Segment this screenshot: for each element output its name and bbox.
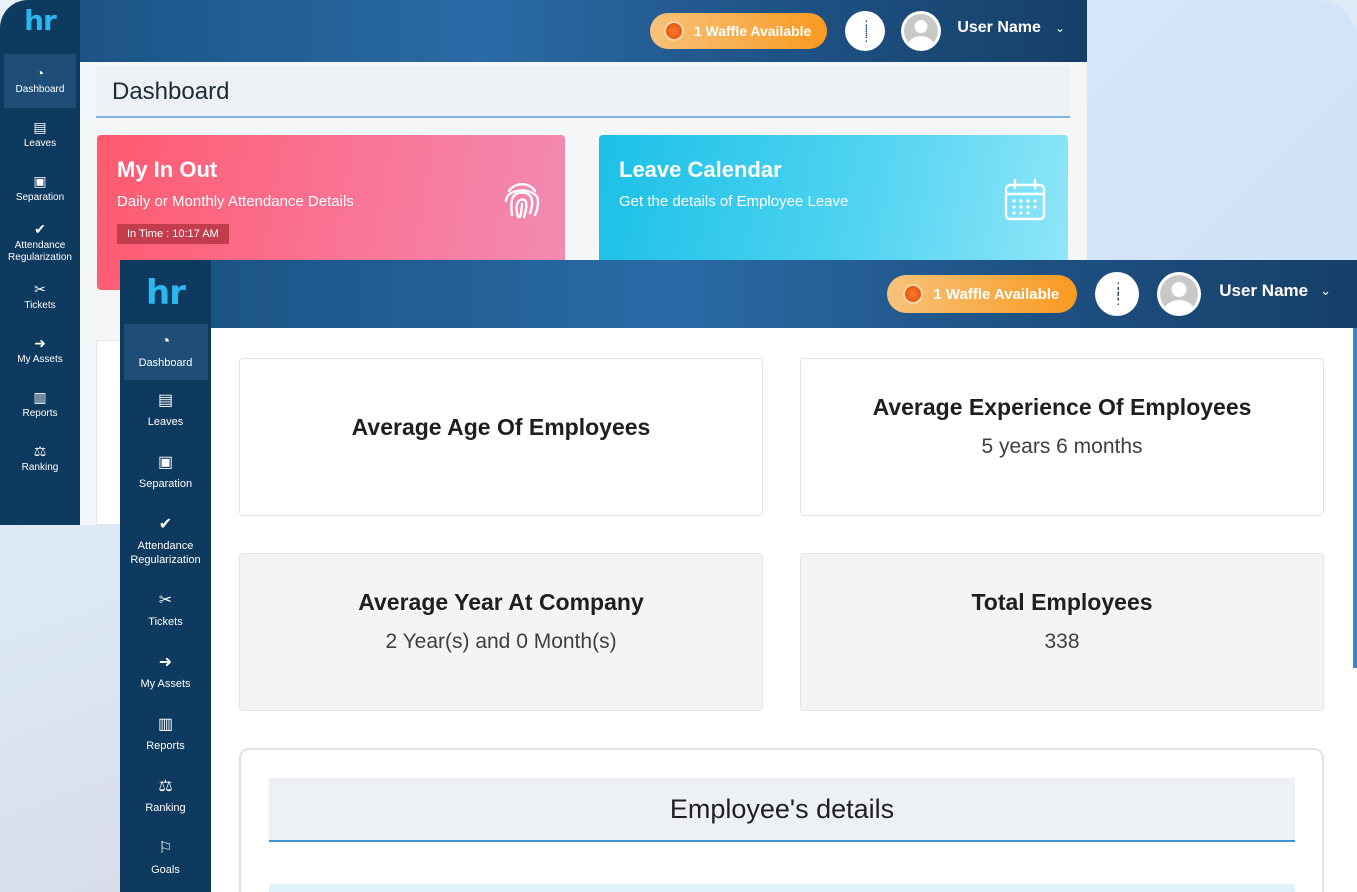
avatar[interactable] [1157, 272, 1202, 316]
sidebar-item-label: My Assets [140, 678, 191, 690]
ticket-icon: ✂ [158, 592, 173, 609]
foreground-window: hr ◔ Dashboard ▤ Leaves ▣ Separation ✔ A… [120, 260, 1357, 892]
sidebar-item-tickets[interactable]: ✂ Tickets [124, 580, 208, 642]
avatar[interactable] [901, 11, 942, 51]
page-title: Dashboard [96, 66, 1070, 118]
user-check-icon: ✔ [158, 516, 173, 533]
hr-logo: hr [24, 4, 57, 37]
user-name[interactable]: User Name [957, 19, 1041, 37]
average-year-at-company-card: Average Year At Company 2 Year(s) and 0 … [239, 553, 763, 711]
in-time-badge: In Time : 10:17 AM [117, 224, 229, 244]
sidebar-item-attendance-regularization[interactable]: ✔ Attendance Regularization [124, 504, 208, 580]
sidebar-item-label: Dashboard [138, 357, 193, 369]
chevron-down-icon[interactable]: ⌄ [1055, 21, 1065, 35]
sidebar-item-leaves[interactable]: ▤ Leaves [4, 108, 76, 162]
dashboard-icon: ◔ [35, 65, 45, 81]
apps-grid-button[interactable]: ⋮⋮⋮ [1095, 272, 1140, 316]
sidebar-item-attendance-regularization[interactable]: ✔ Attendance Regularization [4, 216, 76, 270]
sidebar-item-label: Goals [151, 864, 180, 876]
document-icon: ▤ [33, 119, 47, 135]
card-subtitle: Get the details of Employee Leave [619, 193, 849, 210]
file-export-icon: ➜ [34, 335, 46, 351]
top-bar: 1 Waffle Available ⋮⋮⋮ User Name ⌄ [80, 0, 1087, 62]
card-title: Leave Calendar [619, 157, 782, 182]
leave-calendar-card[interactable]: Leave Calendar Get the details of Employ… [599, 135, 1068, 265]
sidebar: hr ◔ Dashboard ▤ Leaves ▣ Separation ✔ A… [120, 260, 211, 892]
stat-title: Average Experience Of Employees [872, 394, 1252, 420]
report-icon: ▥ [33, 389, 47, 405]
total-employees-card: Total Employees 338 [800, 553, 1324, 711]
card-title: My In Out [117, 157, 218, 182]
user-check-icon: ✔ [34, 221, 46, 237]
person-frame-icon: ▣ [33, 173, 47, 189]
sidebar-item-label: Leaves [147, 416, 184, 428]
sidebar-item-reports[interactable]: ▥ Reports [4, 378, 76, 432]
sidebar-item-leaves[interactable]: ▤ Leaves [124, 380, 208, 442]
grid-icon: ⋮⋮⋮ [1111, 280, 1125, 307]
sidebar-item-label: Dashboard [15, 84, 65, 95]
sidebar-item-label: Reports [146, 740, 185, 752]
waffle-icon [663, 21, 684, 41]
sidebar-item-tickets[interactable]: ✂ Tickets [4, 270, 76, 324]
ranking-icon: ⚖ [33, 443, 47, 459]
details-row [269, 884, 1295, 892]
sidebar-item-reports[interactable]: ▥ Reports [124, 704, 208, 766]
apps-grid-button[interactable]: ⋮⋮⋮ [845, 11, 886, 51]
waffle-icon [903, 284, 924, 304]
file-export-icon: ➜ [158, 654, 173, 671]
stat-title: Average Year At Company [358, 589, 644, 615]
calendar-icon [1004, 178, 1046, 221]
sidebar-item-label: Ranking [145, 802, 186, 814]
report-icon: ▥ [157, 716, 174, 733]
sidebar-item-label: Tickets [148, 616, 183, 628]
hr-logo: hr [146, 273, 186, 313]
sidebar-item-my-assets[interactable]: ➜ My Assets [4, 324, 76, 378]
sidebar-item-label: Tickets [24, 300, 56, 311]
sidebar-item-dashboard[interactable]: ◔ Dashboard [4, 54, 76, 108]
goals-icon: ⚐ [158, 840, 173, 857]
document-icon: ▤ [157, 392, 174, 409]
sidebar-item-my-assets[interactable]: ➜ My Assets [124, 642, 208, 704]
chevron-down-icon[interactable]: ⌄ [1320, 283, 1331, 299]
background-decoration [1087, 0, 1357, 260]
sidebar-item-separation[interactable]: ▣ Separation [124, 442, 208, 504]
sidebar-item-label: Separation [138, 478, 193, 490]
ticket-icon: ✂ [34, 281, 46, 297]
sidebar-item-goals[interactable]: ⚐ Goals [124, 828, 208, 890]
scrollbar[interactable] [1353, 328, 1357, 668]
sidebar: hr ◔ Dashboard ▤ Leaves ▣ Separation ✔ A… [0, 0, 80, 525]
waffle-button[interactable]: 1 Waffle Available [649, 13, 828, 49]
sidebar-item-label: Attendance Regularization [130, 540, 201, 566]
sidebar-item-label: Attendance Regularization [8, 240, 72, 263]
sidebar-item-label: Reports [22, 408, 58, 419]
sidebar-item-label: My Assets [17, 354, 63, 365]
ranking-icon: ⚖ [158, 778, 173, 795]
section-title: Employee's details [269, 778, 1295, 842]
sidebar-item-separation[interactable]: ▣ Separation [4, 162, 76, 216]
sidebar-item-dashboard[interactable]: ◔ Dashboard [123, 324, 208, 380]
waffle-label: 1 Waffle Available [693, 23, 812, 39]
sidebar-item-label: Leaves [23, 138, 57, 149]
fingerprint-icon [504, 183, 540, 219]
average-age-card: Average Age Of Employees [239, 358, 763, 516]
sidebar-item-label: Ranking [21, 462, 59, 473]
average-experience-card: Average Experience Of Employees 5 years … [800, 358, 1324, 516]
grid-icon: ⋮⋮⋮ [860, 18, 872, 44]
top-bar: 1 Waffle Available ⋮⋮⋮ User Name ⌄ [211, 260, 1357, 328]
sidebar-item-label: Separation [15, 192, 65, 203]
stat-value: 338 [1044, 630, 1080, 653]
dashboard-icon: ◔ [160, 333, 171, 350]
waffle-label: 1 Waffle Available [933, 285, 1060, 303]
stat-value: 5 years 6 months [981, 435, 1143, 458]
user-name[interactable]: User Name [1219, 281, 1308, 301]
waffle-button[interactable]: 1 Waffle Available [887, 275, 1078, 313]
card-subtitle: Daily or Monthly Attendance Details [117, 193, 354, 210]
stat-value: 2 Year(s) and 0 Month(s) [385, 630, 617, 653]
employee-details-panel: Employee's details [239, 748, 1324, 892]
person-frame-icon: ▣ [157, 454, 174, 471]
sidebar-item-ranking[interactable]: ⚖ Ranking [124, 766, 208, 828]
sidebar-item-ranking[interactable]: ⚖ Ranking [4, 432, 76, 486]
stat-title: Total Employees [971, 589, 1153, 615]
stat-title: Average Age Of Employees [351, 414, 651, 440]
